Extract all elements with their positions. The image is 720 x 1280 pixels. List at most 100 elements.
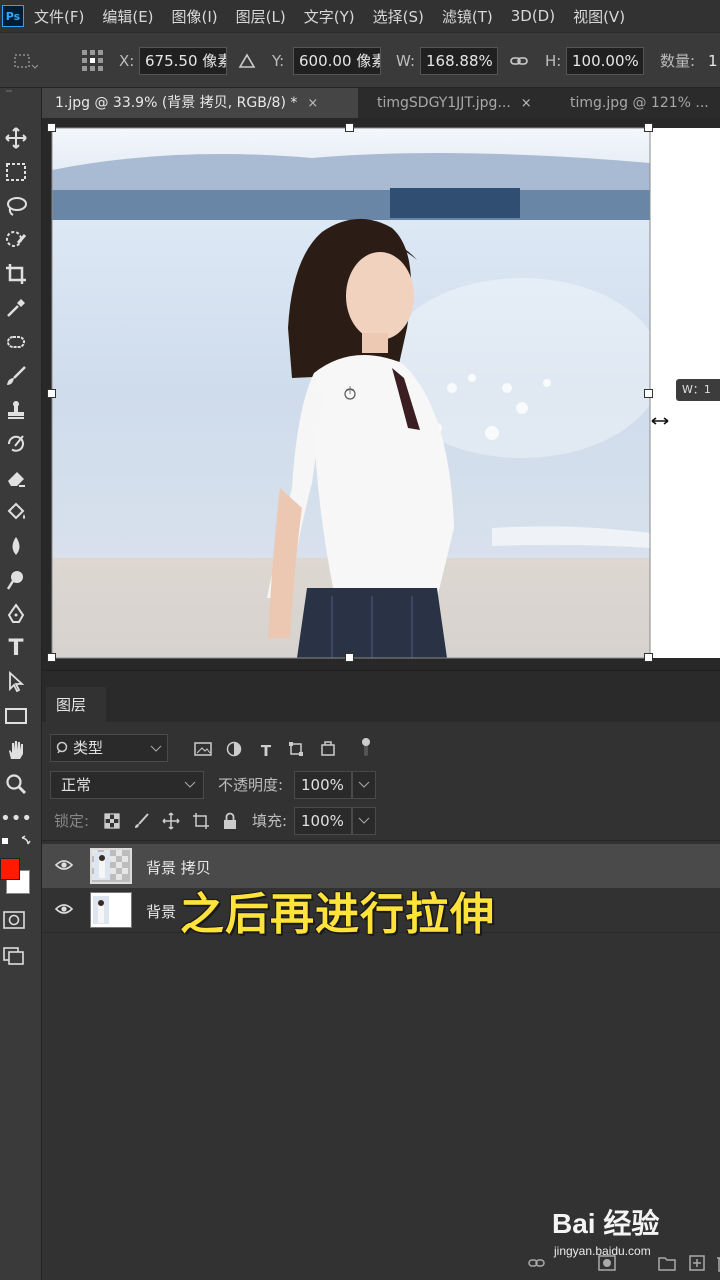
- path-select-icon[interactable]: [2, 668, 30, 696]
- eraser-icon[interactable]: [2, 464, 30, 492]
- lock-artboard-icon[interactable]: [192, 812, 210, 830]
- tab-1jpg[interactable]: 1.jpg @ 33.9% (背景 拷贝, RGB/8) * ×: [42, 88, 358, 118]
- transform-handle-top[interactable]: [345, 123, 354, 132]
- transform-handle-left[interactable]: [47, 389, 56, 398]
- lock-image-icon[interactable]: [134, 813, 150, 829]
- link-icon[interactable]: [510, 53, 528, 69]
- transform-handle-br[interactable]: [644, 653, 653, 662]
- lock-all-icon[interactable]: [222, 812, 238, 830]
- rectangle-icon[interactable]: [2, 702, 30, 730]
- brush-icon[interactable]: [2, 362, 30, 390]
- move-icon[interactable]: [2, 124, 30, 152]
- x-field[interactable]: 675.50 像素: [139, 47, 227, 75]
- menu-edit[interactable]: 编辑(E): [102, 6, 153, 27]
- crop-icon[interactable]: [2, 260, 30, 288]
- foreground-color-swatch[interactable]: [0, 858, 20, 880]
- transform-handle-tl[interactable]: [47, 123, 56, 132]
- menu-3d[interactable]: 3D(D): [511, 7, 555, 25]
- close-icon[interactable]: ×: [307, 96, 318, 111]
- dodge-icon[interactable]: [2, 566, 30, 594]
- bucket-icon[interactable]: [2, 498, 30, 526]
- layers-panel: 图层 类型 T 正常 不透明度: 100% 锁定: 填充: 100% 背景 拷贝: [42, 670, 720, 1280]
- opacity-field[interactable]: 100%: [294, 771, 352, 799]
- blend-mode-select[interactable]: 正常: [50, 771, 204, 799]
- quick-select-icon[interactable]: [2, 226, 30, 254]
- options-bar: X: 675.50 像素 Y: 600.00 像素 W: 168.88% H: …: [0, 32, 720, 88]
- toolbar-grip-icon: [6, 90, 12, 92]
- zoom-icon[interactable]: [2, 770, 30, 798]
- trash-icon[interactable]: [716, 1254, 720, 1272]
- swap-colors-icon[interactable]: [2, 834, 38, 852]
- menu-image[interactable]: 图像(I): [172, 6, 218, 27]
- tab-timgsdgy[interactable]: timgSDGY1JJT.jpg... ×: [364, 88, 554, 118]
- blur-icon[interactable]: [2, 532, 30, 560]
- marquee-icon[interactable]: [2, 158, 30, 186]
- eye-icon[interactable]: [55, 902, 73, 916]
- w-field[interactable]: 168.88%: [420, 47, 498, 75]
- lock-transparent-icon[interactable]: [104, 813, 120, 829]
- lock-position-icon[interactable]: [162, 812, 180, 830]
- transform-handle-bl[interactable]: [47, 653, 56, 662]
- fill-dropdown[interactable]: [352, 807, 376, 835]
- menu-filter[interactable]: 滤镜(T): [442, 6, 493, 27]
- filter-toggle-icon[interactable]: [360, 736, 372, 758]
- eyedropper-icon[interactable]: [2, 294, 30, 322]
- opacity-label: 不透明度:: [218, 776, 284, 794]
- w-label: W:: [396, 52, 416, 70]
- filter-shape-icon[interactable]: [288, 741, 304, 757]
- h-label: H:: [545, 52, 562, 70]
- transform-handle-right[interactable]: [644, 389, 653, 398]
- h-field[interactable]: 100.00%: [566, 47, 644, 75]
- close-icon[interactable]: ×: [521, 96, 532, 111]
- relative-position-icon[interactable]: [238, 53, 256, 69]
- canvas-area[interactable]: W：1: [42, 118, 720, 670]
- count-value: 1: [708, 52, 718, 70]
- layer-thumbnail: [90, 848, 132, 884]
- menu-type[interactable]: 文字(Y): [304, 6, 355, 27]
- chevron-down-icon: [358, 817, 370, 824]
- filter-smart-object-icon[interactable]: [320, 741, 336, 757]
- menu-layer[interactable]: 图层(L): [236, 6, 286, 27]
- x-label: X:: [119, 52, 135, 70]
- video-subtitle: 之后再进行拉伸: [180, 889, 495, 940]
- menu-view[interactable]: 视图(V): [573, 6, 625, 27]
- watermark-url: jingyan.baidu.com: [554, 1244, 651, 1258]
- transform-handle-tr[interactable]: [644, 123, 653, 132]
- lasso-icon[interactable]: [2, 192, 30, 220]
- search-icon: [56, 741, 68, 754]
- filter-kind-label: 类型: [73, 739, 104, 757]
- layer-thumbnail: [90, 892, 132, 928]
- tab-layers[interactable]: 图层: [46, 687, 106, 723]
- type-icon[interactable]: T: [2, 634, 30, 662]
- hand-icon[interactable]: [2, 736, 30, 764]
- stamp-icon[interactable]: [2, 396, 30, 424]
- history-brush-icon[interactable]: [2, 430, 30, 458]
- tab-label: timg.jpg @ 121% ...: [570, 95, 709, 111]
- opacity-dropdown[interactable]: [352, 771, 376, 799]
- filter-adjustment-icon[interactable]: [226, 741, 242, 757]
- filter-pixel-icon[interactable]: [194, 741, 212, 757]
- healing-icon[interactable]: [2, 328, 30, 356]
- fill-label: 填充:: [252, 812, 288, 830]
- document-tabs: 1.jpg @ 33.9% (背景 拷贝, RGB/8) * × timgSDGY…: [42, 88, 720, 118]
- chevron-down-icon: [184, 781, 196, 788]
- more-icon[interactable]: •••: [0, 804, 32, 832]
- transform-tool-icon[interactable]: [12, 51, 38, 73]
- transform-handle-bottom[interactable]: [345, 653, 354, 662]
- eye-icon[interactable]: [55, 858, 73, 872]
- menu-bar: Ps 文件(F) 编辑(E) 图像(I) 图层(L) 文字(Y) 选择(S) 滤…: [0, 0, 720, 32]
- baidu-jingyan-watermark: Bai 经验 jingyan.baidu.com: [552, 1200, 712, 1264]
- menu-file[interactable]: 文件(F): [34, 6, 84, 27]
- screen-mode-icon[interactable]: [2, 944, 28, 968]
- tab-timg[interactable]: timg.jpg @ 121% ...: [557, 88, 720, 118]
- blend-mode-label: 正常: [61, 776, 92, 794]
- y-field[interactable]: 600.00 像素: [293, 47, 381, 75]
- fill-field[interactable]: 100%: [294, 807, 352, 835]
- filter-type-icon[interactable]: T: [257, 742, 275, 760]
- transform-size-tooltip: W：1: [676, 379, 720, 401]
- pen-icon[interactable]: [2, 600, 30, 628]
- reference-point-icon[interactable]: [80, 47, 106, 75]
- menu-select[interactable]: 选择(S): [373, 6, 424, 27]
- link-layers-icon[interactable]: [528, 1256, 546, 1270]
- quick-mask-icon[interactable]: [2, 910, 28, 932]
